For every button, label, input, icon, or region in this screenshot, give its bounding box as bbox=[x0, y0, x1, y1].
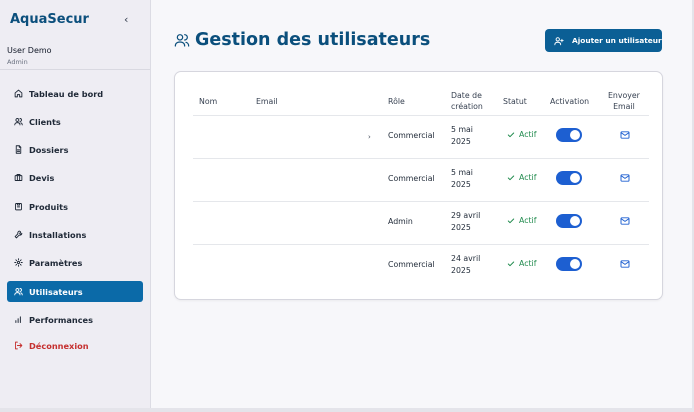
activation-toggle[interactable] bbox=[556, 214, 582, 228]
column-header-envoyer-email[interactable]: Envoyer Email bbox=[608, 90, 640, 112]
page-title: Gestion des utilisateurs bbox=[195, 30, 431, 50]
users-icon bbox=[174, 34, 190, 47]
cell-role: Commercial bbox=[388, 131, 435, 140]
user-plus-icon bbox=[554, 36, 564, 45]
check-icon bbox=[507, 175, 515, 180]
column-header-activation[interactable]: Activation bbox=[550, 96, 589, 107]
sidebar-item-clients[interactable]: Clients bbox=[7, 111, 143, 132]
add-user-label: Ajouter un utilisateur bbox=[572, 36, 662, 45]
cell-date: 5 mai 2025 bbox=[451, 125, 473, 146]
sidebar-item-label: Devis bbox=[29, 172, 55, 183]
sidebar-item-label: Dossiers bbox=[29, 144, 69, 155]
user-name: User Demo bbox=[7, 46, 52, 55]
toggle-knob bbox=[570, 259, 580, 269]
file-icon bbox=[15, 145, 22, 154]
activation-toggle[interactable] bbox=[556, 257, 582, 271]
sidebar-item-devis[interactable]: Devis bbox=[7, 167, 143, 188]
table-row[interactable]: › Commercial 5 mai 2025 Actif bbox=[193, 115, 649, 158]
cell-role: Commercial bbox=[388, 174, 435, 183]
sidebar-item-label: Produits bbox=[29, 201, 68, 212]
sidebar-item-dossiers[interactable]: Dossiers bbox=[7, 139, 143, 160]
sidebar-item-label: Installations bbox=[29, 229, 87, 240]
sidebar-item-utilisateurs[interactable]: Utilisateurs bbox=[7, 281, 143, 302]
column-header-statut[interactable]: Statut bbox=[503, 96, 527, 107]
row-divider bbox=[193, 201, 649, 202]
sidebar-item-label: Utilisateurs bbox=[29, 286, 83, 297]
toggle-knob bbox=[570, 130, 580, 140]
package-icon bbox=[15, 203, 22, 211]
sidebar: AquaSecur ‹ User Demo Admin Tableau de b… bbox=[0, 0, 151, 408]
row-divider bbox=[193, 244, 649, 245]
users-icon bbox=[14, 118, 23, 126]
activation-toggle[interactable] bbox=[556, 171, 582, 185]
wrench-icon bbox=[14, 230, 23, 239]
column-header-date[interactable]: Date de création bbox=[451, 90, 483, 112]
logout-icon bbox=[15, 341, 23, 350]
mail-icon[interactable] bbox=[620, 217, 630, 225]
toggle-knob bbox=[570, 216, 580, 226]
briefcase-icon bbox=[14, 174, 23, 181]
add-user-button[interactable]: Ajouter un utilisateur bbox=[545, 29, 662, 52]
status-badge: Actif bbox=[507, 173, 536, 182]
cell-date: 5 mai 2025 bbox=[451, 168, 473, 189]
cell-role: Commercial bbox=[388, 260, 435, 269]
table-row[interactable]: Commercial 24 avril 2025 Actif bbox=[193, 244, 649, 287]
row-divider bbox=[193, 115, 649, 116]
collapse-sidebar-icon[interactable]: ‹ bbox=[124, 13, 128, 26]
column-header-nom[interactable]: Nom bbox=[199, 96, 217, 107]
activation-toggle[interactable] bbox=[556, 128, 582, 142]
users-icon bbox=[14, 288, 23, 296]
sidebar-item-label: Clients bbox=[29, 116, 61, 127]
logout-button[interactable]: Déconnexion bbox=[7, 335, 143, 356]
sidebar-item-performances[interactable]: Performances bbox=[7, 309, 143, 330]
app-logo-text: AquaSecur bbox=[10, 12, 89, 27]
bar-chart-icon bbox=[15, 316, 21, 323]
toggle-knob bbox=[570, 173, 580, 183]
status-badge: Actif bbox=[507, 216, 536, 225]
sidebar-item-label: Tableau de bord bbox=[29, 88, 104, 99]
check-icon bbox=[507, 218, 515, 223]
sidebar-item-label: Performances bbox=[29, 314, 93, 325]
check-icon bbox=[507, 261, 515, 266]
column-header-email[interactable]: Email bbox=[256, 96, 278, 107]
check-icon bbox=[507, 132, 515, 137]
logout-label: Déconnexion bbox=[29, 340, 89, 351]
chevron-right-icon[interactable]: › bbox=[368, 133, 371, 141]
sidebar-item-produits[interactable]: Produits bbox=[7, 196, 143, 217]
mail-icon[interactable] bbox=[620, 260, 630, 268]
home-icon bbox=[14, 89, 23, 98]
user-role: Admin bbox=[7, 58, 28, 66]
sidebar-item-tableau-de-bord[interactable]: Tableau de bord bbox=[7, 83, 143, 104]
column-header-role[interactable]: Rôle bbox=[388, 96, 405, 107]
mail-icon[interactable] bbox=[620, 131, 630, 139]
mail-icon[interactable] bbox=[620, 174, 630, 182]
table-row[interactable]: Admin 29 avril 2025 Actif bbox=[193, 201, 649, 244]
sidebar-divider bbox=[0, 69, 150, 70]
gear-icon bbox=[14, 258, 23, 267]
cell-role: Admin bbox=[388, 217, 413, 226]
sidebar-item-label: Paramètres bbox=[29, 257, 83, 268]
table-row[interactable]: Commercial 5 mai 2025 Actif bbox=[193, 158, 649, 201]
cell-date: 24 avril 2025 bbox=[451, 254, 481, 275]
sidebar-item-installations[interactable]: Installations bbox=[7, 224, 143, 245]
status-badge: Actif bbox=[507, 130, 536, 139]
cell-date: 29 avril 2025 bbox=[451, 211, 481, 232]
main-content: Gestion des utilisateurs Ajouter un util… bbox=[151, 0, 692, 408]
users-table: Nom Email Rôle Date de création Statut A… bbox=[174, 71, 663, 300]
status-badge: Actif bbox=[507, 259, 536, 268]
row-divider bbox=[193, 158, 649, 159]
sidebar-item-parametres[interactable]: Paramètres bbox=[7, 252, 143, 273]
